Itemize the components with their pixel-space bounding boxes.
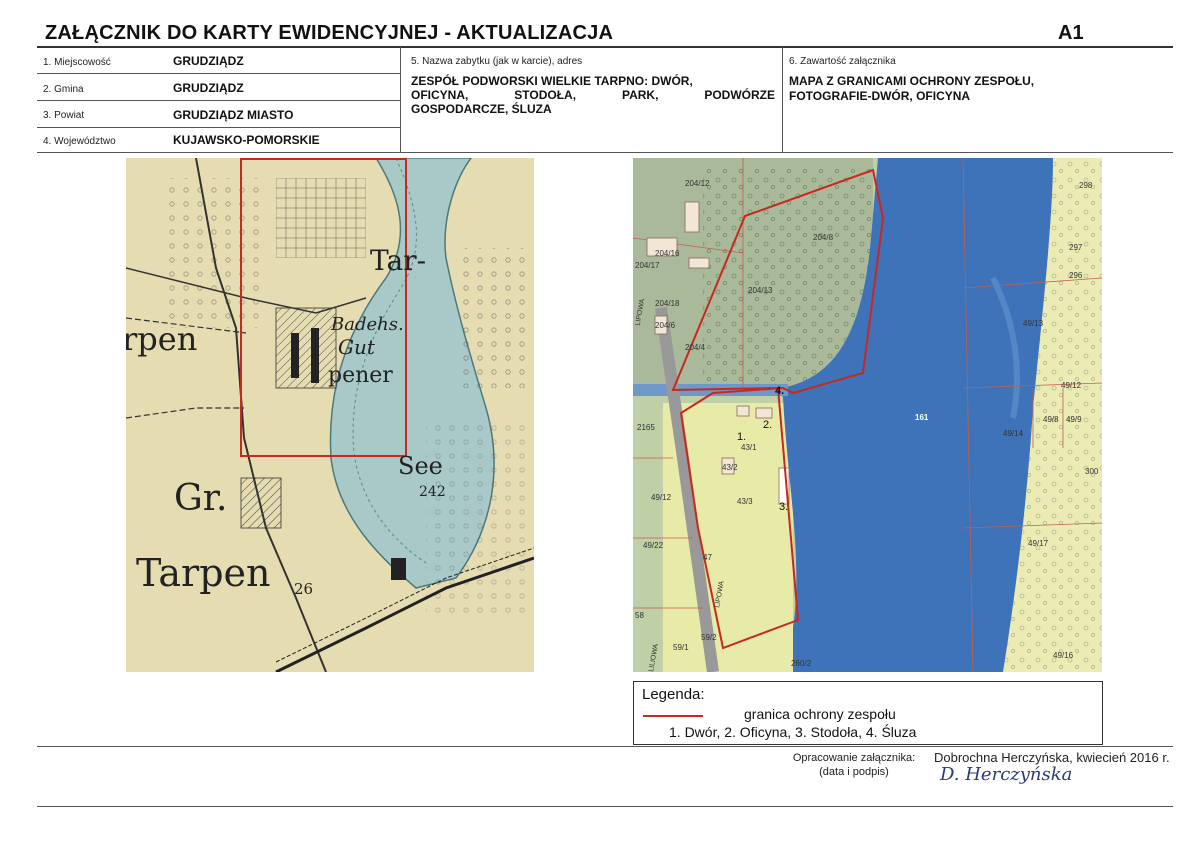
- parcel-label: 300: [1085, 467, 1099, 476]
- marker-4: 4.: [775, 385, 784, 397]
- parcel-label: 49/16: [1053, 651, 1074, 660]
- column-divider: [782, 47, 783, 152]
- monument-line-2: OFICYNA, STODOŁA, PARK, PODWÓRZE: [411, 88, 775, 102]
- parcel-label: 2165: [637, 423, 655, 432]
- map-label-badehs: Badehs.: [330, 314, 404, 335]
- map-label-tarpen-number: 26: [294, 580, 313, 598]
- monument-label: 5. Nazwa zabytku (jak w karcie), adres: [411, 56, 583, 67]
- marker-1: 1.: [737, 431, 746, 443]
- parcel-label: 296: [1069, 271, 1083, 280]
- parcel-label: 204/16: [655, 249, 680, 258]
- field-value-voivodeship: KUJAWSKO-POMORSKIE: [173, 133, 320, 147]
- field-label-locality: 1. Miejscowość: [43, 57, 111, 68]
- historical-map: Tar- rpen Badehs. Gut pener See 242 Gr. …: [126, 158, 534, 672]
- parcel-label: 161: [915, 413, 929, 422]
- contents-label: 6. Zawartość załącznika: [789, 56, 896, 67]
- parcel-label: 58: [635, 611, 644, 620]
- parcel-label: 49/9: [1066, 415, 1082, 424]
- map-label-rpen: rpen: [126, 320, 197, 358]
- parcel-label: 49/22: [643, 541, 664, 550]
- map-label-pener: pener: [328, 363, 393, 388]
- parcel-label: 47: [703, 553, 712, 562]
- signature-author: Dobrochna Herczyńska, kwiecień 2016 r.: [934, 750, 1170, 765]
- field-value-locality: GRUDZIĄDZ: [173, 54, 244, 68]
- parcel-label: 43/3: [737, 497, 753, 506]
- map-label-tarpen: Tarpen: [136, 551, 271, 595]
- footer-rule: [37, 746, 1173, 747]
- cadastral-map-graphic: 1. 2. 3. 4. 204/12 204/8 204/13 204/16 2…: [633, 158, 1102, 672]
- field-label-county: 3. Powiat: [43, 110, 85, 121]
- map-label-tar: Tar-: [370, 244, 426, 277]
- page-title: ZAŁĄCZNIK DO KARTY EWIDENCYJNEJ - AKTUAL…: [45, 22, 614, 44]
- legend-boundary-label: granica ochrony zespołu: [744, 706, 896, 722]
- column-divider: [400, 47, 401, 152]
- contents-line-2: FOTOGRAFIE-DWÓR, OFICYNA: [789, 89, 971, 103]
- marker-3: 3.: [779, 501, 788, 513]
- parcel-label: 204/13: [748, 286, 773, 295]
- parcel-label: 297: [1069, 243, 1083, 252]
- parcel-label: 49/12: [1061, 381, 1082, 390]
- parcel-label: 298: [1079, 181, 1093, 190]
- parcel-label: 49/12: [651, 493, 672, 502]
- parcel-label: 59/2: [701, 633, 717, 642]
- marker-2: 2.: [763, 419, 772, 431]
- parcel-label: 49/17: [1028, 539, 1049, 548]
- parcel-label: 204/4: [685, 343, 706, 352]
- parcel-label: 43/2: [722, 463, 738, 472]
- row-divider: [37, 127, 400, 128]
- map-label-see: See: [398, 452, 443, 480]
- field-value-commune: GRUDZIĄDZ: [173, 81, 244, 95]
- monument-line-3: GOSPODARCZE, ŚLUZA: [411, 102, 552, 116]
- parcel-label: 49/8: [1043, 415, 1059, 424]
- parcel-label: 43/1: [741, 443, 757, 452]
- parcel-label: 59/1: [673, 643, 689, 652]
- legend-items: 1. Dwór, 2. Oficyna, 3. Stodoła, 4. Śluz…: [669, 724, 917, 740]
- parcel-label: 204/6: [655, 321, 676, 330]
- legend-boundary-line: [643, 715, 703, 717]
- attachment-code: A1: [1058, 22, 1084, 44]
- contents-line-1: MAPA Z GRANICAMI OCHRONY ZESPOŁU,: [789, 74, 1035, 88]
- monument-line-1: ZESPÓŁ PODWORSKI WIELKIE TARPNO: DWÓR,: [411, 74, 693, 88]
- legend-title: Legenda:: [642, 686, 705, 703]
- parcel-label: 49/13: [1023, 319, 1044, 328]
- row-divider: [37, 100, 400, 101]
- header-rule: [37, 46, 1173, 48]
- signature-label-line1: Opracowanie załącznika:: [792, 752, 916, 764]
- map-label-see-number: 242: [419, 484, 446, 500]
- parcel-label: 204/12: [685, 179, 710, 188]
- parcel-label: 204/18: [655, 299, 680, 308]
- cadastral-map: 1. 2. 3. 4. 204/12 204/8 204/13 204/16 2…: [633, 158, 1102, 672]
- row-divider: [37, 73, 400, 74]
- table-bottom-rule: [37, 152, 1173, 153]
- parcel-label: 204/8: [813, 233, 834, 242]
- signature-label: Opracowanie załącznika: (data i podpis): [784, 751, 924, 779]
- signature-label-line2: (data i podpis): [819, 766, 889, 778]
- parcel-label: 49/14: [1003, 429, 1024, 438]
- field-label-voivodeship: 4. Województwo: [43, 136, 116, 147]
- map-legend: Legenda: granica ochrony zespołu 1. Dwór…: [633, 681, 1103, 745]
- field-value-county: GRUDZIĄDZ MIASTO: [173, 108, 294, 122]
- field-label-commune: 2. Gmina: [43, 84, 84, 95]
- handwritten-signature: D. Herczyńska: [940, 764, 1073, 785]
- parcel-label: 204/17: [635, 261, 660, 270]
- footer-rule-bottom: [37, 806, 1173, 807]
- historical-map-graphic: Tar- rpen Badehs. Gut pener See 242 Gr. …: [126, 158, 534, 672]
- map-label-gut: Gut: [338, 335, 376, 359]
- map-label-gr: Gr.: [174, 478, 227, 519]
- parcel-label: 260/2: [791, 659, 812, 668]
